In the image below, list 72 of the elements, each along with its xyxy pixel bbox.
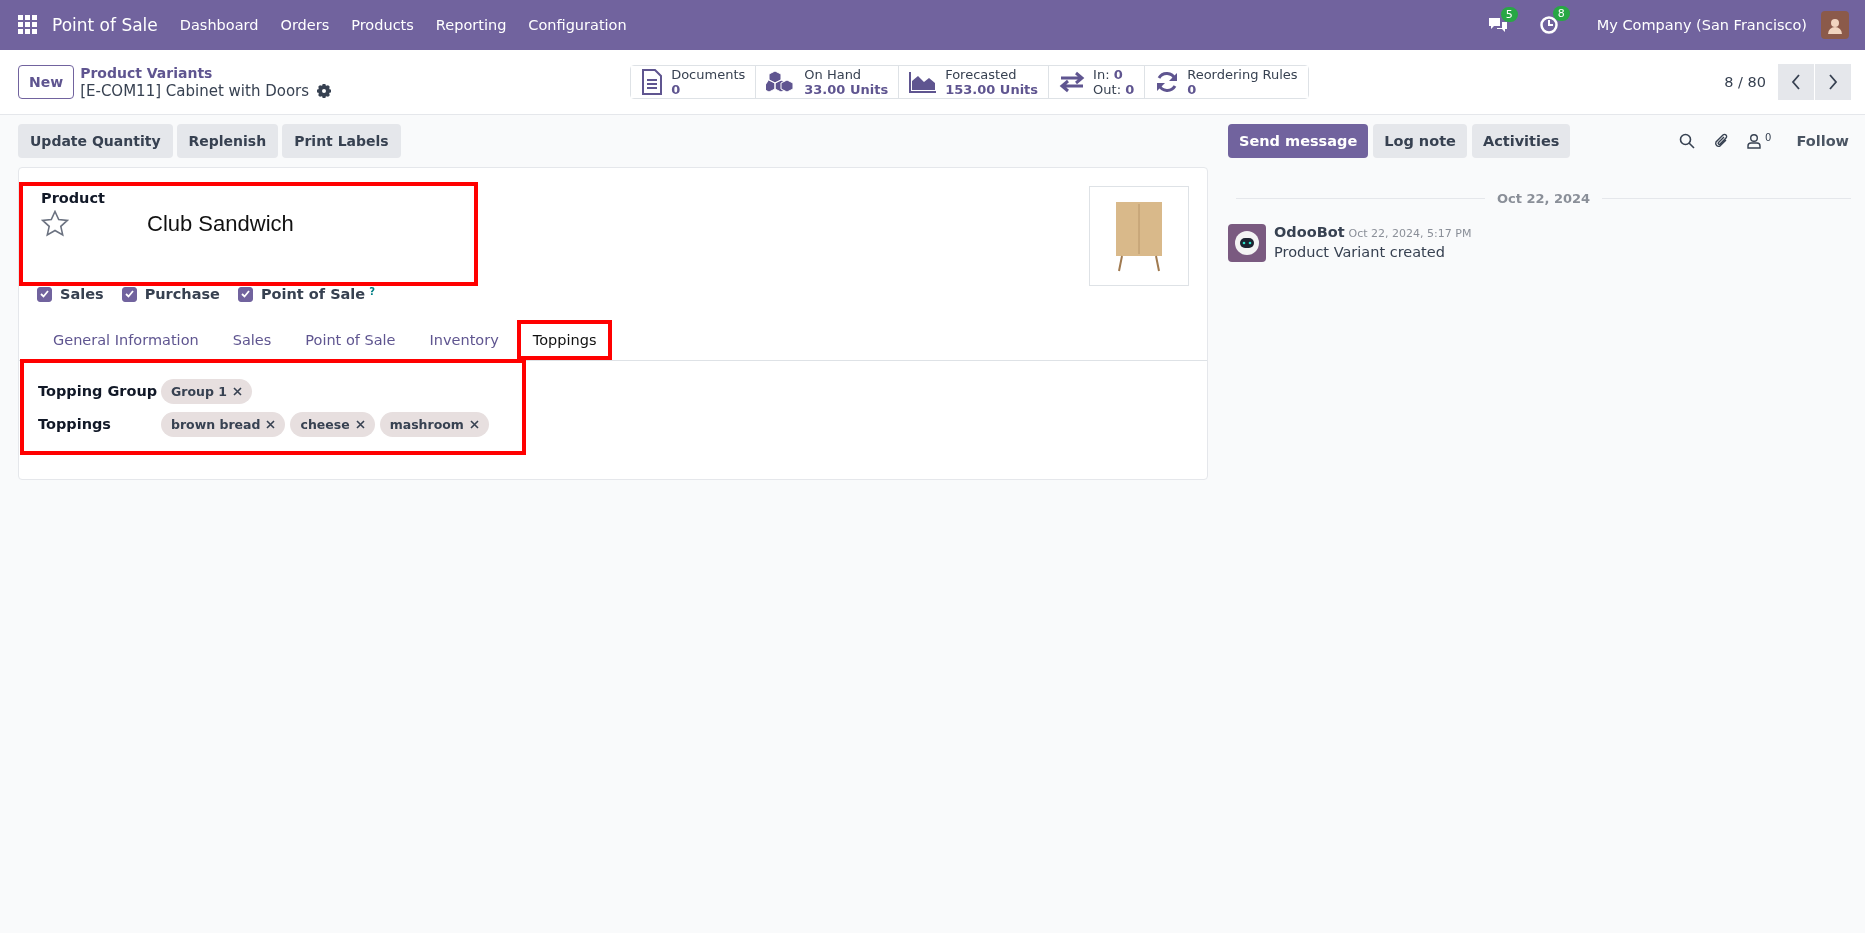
- tag-chip[interactable]: mashroom: [379, 412, 489, 437]
- bot-avatar: [1228, 224, 1266, 262]
- checkmark-icon: [40, 290, 49, 298]
- action-button[interactable]: Print Labels: [282, 124, 401, 158]
- tab[interactable]: Point of Sale: [289, 320, 412, 360]
- next-button[interactable]: [1815, 64, 1851, 100]
- checkbox[interactable]: [237, 286, 253, 302]
- exchange-arrows-icon: [1059, 71, 1086, 93]
- area-chart-icon: [909, 71, 938, 93]
- new-button[interactable]: New: [18, 65, 75, 99]
- chatter-button[interactable]: Log note: [1373, 124, 1467, 158]
- search-icon[interactable]: [1679, 133, 1696, 149]
- close-icon[interactable]: [232, 387, 242, 396]
- tag-chip[interactable]: cheese: [290, 412, 375, 437]
- checkmark-icon: [240, 290, 250, 298]
- menu-item[interactable]: Products: [351, 17, 414, 33]
- help-tooltip-mark[interactable]: ?: [369, 286, 375, 297]
- smart-button[interactable]: Documents 0: [631, 66, 757, 98]
- checkbox[interactable]: [37, 286, 52, 302]
- tag-chip[interactable]: brown bread: [161, 412, 286, 437]
- record-title: [E-COM11] Cabinet with Doors: [80, 81, 310, 100]
- menu-item[interactable]: Orders: [280, 17, 330, 33]
- checkmark-icon: [124, 290, 134, 298]
- date-separator: Oct 22, 2024: [1496, 191, 1591, 206]
- chatter-button[interactable]: Send message: [1228, 124, 1369, 158]
- chevron-left-icon: [1791, 74, 1801, 90]
- tab[interactable]: Sales: [216, 320, 288, 360]
- close-icon[interactable]: [355, 420, 365, 429]
- action-button[interactable]: Replenish: [176, 124, 279, 158]
- message-text: Product Variant created: [1274, 244, 1446, 260]
- menu-item[interactable]: Reporting: [435, 17, 507, 33]
- user-avatar[interactable]: [1821, 11, 1849, 39]
- follower-count: 0: [1765, 132, 1772, 143]
- clock-icon[interactable]: [1538, 15, 1559, 35]
- close-icon[interactable]: [469, 420, 479, 429]
- menu-item[interactable]: Dashboard: [179, 17, 259, 33]
- gear-icon[interactable]: [317, 83, 332, 98]
- message-time: Oct 22, 2024, 5:17 PM: [1348, 227, 1472, 240]
- company-switcher[interactable]: My Company (San Francisco): [1596, 17, 1807, 33]
- product-name-field[interactable]: Club Sandwich: [147, 210, 294, 237]
- previous-button[interactable]: [1778, 64, 1814, 100]
- paperclip-icon[interactable]: [1713, 132, 1730, 150]
- close-icon[interactable]: [266, 420, 276, 429]
- activity-count-badge: 8: [1552, 6, 1570, 21]
- tab[interactable]: Toppings: [516, 320, 613, 360]
- field-label: Topping Group: [38, 382, 159, 399]
- app-name[interactable]: Point of Sale: [52, 15, 158, 35]
- field-label: Product: [41, 190, 106, 206]
- checkbox[interactable]: [121, 286, 137, 302]
- chatter-button[interactable]: Activities: [1471, 124, 1571, 158]
- checkbox-label[interactable]: Point of Sale: [260, 286, 366, 302]
- checkbox-label[interactable]: Purchase: [144, 286, 220, 302]
- follow-button[interactable]: Follow: [1776, 127, 1851, 155]
- breadcrumb-link[interactable]: Product Variants: [80, 64, 581, 81]
- cabinet-drawing: [1114, 200, 1164, 272]
- chevron-right-icon: [1828, 74, 1838, 90]
- person-icon[interactable]: [1747, 133, 1762, 149]
- tag-chip[interactable]: Group 1: [161, 379, 252, 404]
- star-icon[interactable]: [41, 210, 69, 237]
- tab[interactable]: Inventory: [413, 320, 515, 360]
- menu-item[interactable]: Configuration: [528, 17, 627, 33]
- refresh-icon: [1155, 70, 1180, 94]
- document-icon: [641, 69, 664, 95]
- message-author: OdooBot: [1274, 224, 1345, 240]
- chat-bubbles-icon[interactable]: [1486, 16, 1509, 34]
- message-count-badge: 5: [1500, 7, 1518, 22]
- pager-counter: 8 / 80: [1724, 74, 1766, 90]
- action-button[interactable]: Update Quantity: [18, 124, 173, 158]
- field-label: Toppings: [38, 415, 112, 432]
- checkbox-label[interactable]: Sales: [60, 286, 104, 302]
- tab[interactable]: General Information: [37, 320, 215, 360]
- apps-grid-icon[interactable]: [18, 15, 38, 35]
